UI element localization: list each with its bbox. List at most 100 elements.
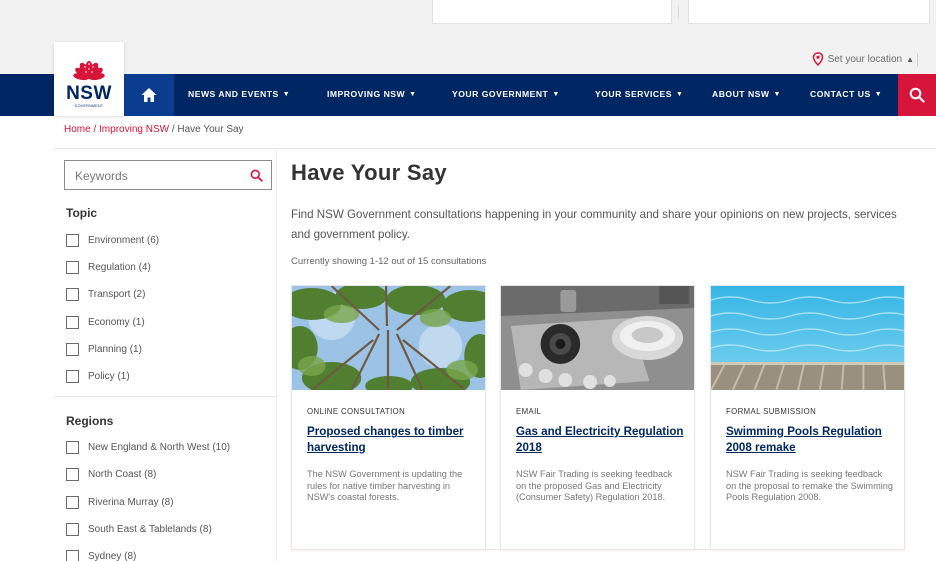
chevron-down-icon: ▼: [773, 90, 781, 98]
nav-label: IMPROVING NSW: [327, 89, 406, 99]
location-pin-icon: [812, 52, 823, 66]
nav-label: ABOUT NSW: [712, 89, 770, 99]
consultation-title-link[interactable]: Swimming Pools Regulation 2008 remake: [726, 424, 898, 456]
topic-filter-regulation[interactable]: Regulation (4): [66, 261, 151, 274]
nav-item-your-services[interactable]: YOUR SERVICES ▼: [595, 89, 683, 99]
region-filter-new-england-north-west[interactable]: New England & North West (10): [66, 441, 230, 454]
facet-label: Riverina Murray (8): [88, 497, 174, 508]
nav-label: CONTACT US: [810, 89, 871, 99]
chevron-down-icon: ▼: [552, 90, 560, 98]
checkbox[interactable]: [66, 550, 79, 561]
top-divider: [678, 6, 679, 18]
checkbox[interactable]: [66, 316, 79, 329]
card-image-forest: [292, 286, 485, 390]
nav-item-improving-nsw[interactable]: IMPROVING NSW ▼: [327, 89, 417, 99]
facet-label: Sydney (8): [88, 551, 137, 561]
checkbox[interactable]: [66, 370, 79, 383]
breadcrumb-current: Have Your Say: [177, 124, 244, 135]
nav-item-news-and-events[interactable]: NEWS AND EVENTS ▼: [188, 89, 290, 99]
topic-filter-environment[interactable]: Environment (6): [66, 234, 159, 247]
checkbox[interactable]: [66, 234, 79, 247]
facet-label: New England & North West (10): [88, 442, 231, 453]
breadcrumb-divider: [54, 148, 936, 149]
facet-label: Economy (1): [88, 317, 145, 328]
home-button[interactable]: [124, 74, 174, 116]
set-location-button[interactable]: Set your location ▲: [812, 52, 914, 66]
location-separator: [917, 54, 918, 66]
consultation-description: NSW Fair Trading is seeking feedback on …: [726, 469, 893, 502]
search-icon[interactable]: [250, 169, 263, 182]
facet-label: South East & Tablelands (8): [88, 524, 212, 535]
consultation-title-link[interactable]: Gas and Electricity Regulation 2018: [516, 424, 688, 456]
region-filter-riverina-murray[interactable]: Riverina Murray (8): [66, 496, 174, 509]
top-strip: [0, 0, 936, 46]
consultation-type: ONLINE CONSULTATION: [307, 407, 406, 416]
checkbox[interactable]: [66, 343, 79, 356]
checkbox[interactable]: [66, 261, 79, 274]
checkbox[interactable]: [66, 523, 79, 536]
sidebar-divider: [54, 396, 276, 397]
caret-up-icon: ▲: [906, 54, 914, 64]
regions-heading: Regions: [66, 414, 114, 428]
chevron-down-icon: ▼: [676, 90, 684, 98]
consultation-type: FORMAL SUBMISSION: [726, 407, 817, 416]
topic-filter-planning[interactable]: Planning (1): [66, 343, 142, 356]
site-search-button[interactable]: [898, 74, 936, 116]
consultation-card[interactable]: EMAIL Gas and Electricity Regulation 201…: [500, 285, 695, 550]
consultation-description: NSW Fair Trading is seeking feedback on …: [516, 469, 673, 502]
home-icon: [141, 88, 157, 102]
region-filter-sydney[interactable]: Sydney (8): [66, 550, 136, 561]
checkbox[interactable]: [66, 496, 79, 509]
top-field-left[interactable]: [432, 0, 672, 24]
nav-label: YOUR GOVERNMENT: [452, 89, 549, 99]
consultation-card[interactable]: ONLINE CONSULTATION Proposed changes to …: [291, 285, 486, 550]
logo-wordmark: NSW: [66, 83, 112, 104]
facet-label: Policy (1): [88, 371, 130, 382]
breadcrumb: Home / Improving NSW / Have Your Say: [64, 124, 244, 135]
nav-label: NEWS AND EVENTS: [188, 89, 279, 99]
card-image-swimming-pool: [711, 286, 904, 390]
nsw-logo[interactable]: NSW GOVERNMENT: [54, 42, 124, 116]
waratah-logo-icon: [73, 61, 105, 81]
set-location-label: Set your location: [827, 53, 903, 65]
consultation-title-link[interactable]: Proposed changes to timber harvesting: [307, 424, 479, 456]
topic-filter-transport[interactable]: Transport (2): [66, 288, 145, 301]
consultation-type: EMAIL: [516, 407, 542, 416]
main-nav: NEWS AND EVENTS ▼ IMPROVING NSW ▼ YOUR GOV…: [0, 74, 936, 116]
checkbox[interactable]: [66, 468, 79, 481]
search-icon: [909, 87, 925, 103]
keyword-search-input[interactable]: [75, 167, 245, 185]
utility-bar: Set your location ▲: [0, 46, 936, 74]
nav-item-contact-us[interactable]: CONTACT US ▼: [810, 89, 882, 99]
nav-item-your-government[interactable]: YOUR GOVERNMENT ▼: [452, 89, 560, 99]
facet-label: Environment (6): [88, 235, 160, 246]
chevron-down-icon: ▼: [409, 90, 417, 98]
checkbox[interactable]: [66, 288, 79, 301]
facet-label: Regulation (4): [88, 262, 151, 273]
topic-heading: Topic: [66, 206, 98, 220]
facet-label: Planning (1): [88, 344, 142, 355]
breadcrumb-home-link[interactable]: Home: [64, 124, 91, 135]
nav-item-about-nsw[interactable]: ABOUT NSW ▼: [712, 89, 781, 99]
top-field-right[interactable]: [688, 0, 930, 24]
checkbox[interactable]: [66, 441, 79, 454]
facet-label: North Coast (8): [88, 469, 157, 480]
breadcrumb-section-link[interactable]: Improving NSW: [99, 124, 169, 135]
keyword-search-box: [64, 160, 272, 190]
consultation-card[interactable]: FORMAL SUBMISSION Swimming Pools Regulat…: [710, 285, 905, 550]
region-filter-south-east-tablelands[interactable]: South East & Tablelands (8): [66, 523, 212, 536]
region-filter-north-coast[interactable]: North Coast (8): [66, 468, 156, 481]
results-count: Currently showing 1-12 out of 15 consult…: [291, 256, 487, 267]
chevron-down-icon: ▼: [282, 90, 291, 98]
nav-label: YOUR SERVICES: [595, 89, 673, 99]
chevron-down-icon: ▼: [874, 90, 883, 98]
topic-filter-policy[interactable]: Policy (1): [66, 370, 130, 383]
next-row-edge: [291, 549, 905, 550]
page-title: Have Your Say: [291, 160, 447, 185]
consultation-description: The NSW Government is updating the rules…: [307, 469, 463, 502]
page-intro: Find NSW Government consultations happen…: [291, 208, 897, 241]
facet-label: Transport (2): [88, 289, 146, 300]
card-image-gas-stove: [501, 286, 694, 390]
topic-filter-economy[interactable]: Economy (1): [66, 316, 145, 329]
breadcrumb-separator: /: [90, 124, 100, 135]
